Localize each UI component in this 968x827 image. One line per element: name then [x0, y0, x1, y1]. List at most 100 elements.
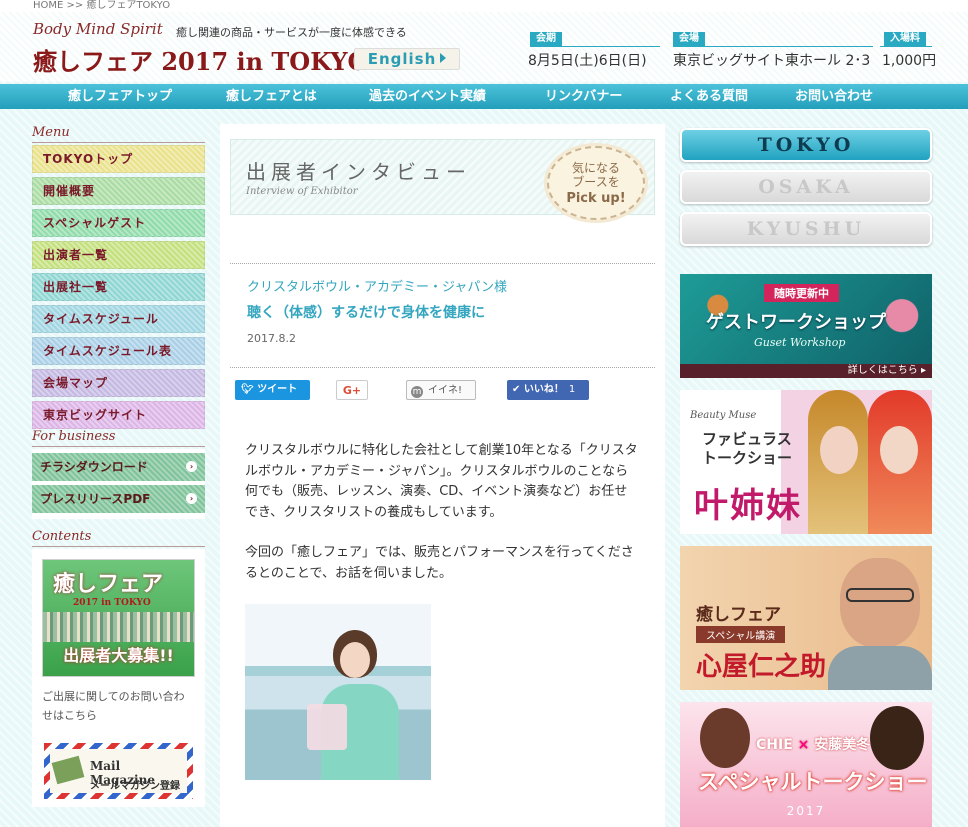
pickup-badge: 気になる ブースを Pick up!	[547, 146, 645, 220]
tweet-label: ツイート	[257, 384, 298, 395]
left-sidebar: Menu TOKYOトップ 開催概要スペシャルゲスト 出演者一覧出展社一覧タイムスケ…	[32, 125, 205, 807]
sidebar-item-time-schedule[interactable]: タイムスケジュール	[32, 305, 205, 333]
article-body: クリスタルボウルに特化した会社として創業10年となる「クリスタルボウル・アカデミ…	[230, 413, 655, 584]
like-count: 1	[568, 384, 576, 395]
nav-item-top[interactable]: 癒しフェアトップ	[68, 84, 172, 109]
sidebar-item-performers[interactable]: 出演者一覧	[32, 241, 205, 269]
main-nav: 癒しフェアトップ 癒しフェアとは 過去のイベント実績 リンクバナー よくある質問…	[0, 84, 968, 109]
exhibitor-photo	[245, 604, 431, 780]
google-plus-button[interactable]: G+	[336, 380, 368, 400]
pickup-line-3: Pick up!	[566, 191, 626, 206]
period-value: 8月5日(土)6日(日)	[528, 53, 647, 69]
talkshow-title: スペシャルトークショー	[698, 770, 928, 794]
sidebar-menu: TOKYOトップ 開催概要スペシャルゲスト 出演者一覧出展社一覧タイムスケジュールタ…	[32, 145, 205, 429]
article-headline: 聴く（体感）するだけで身体を健康に	[247, 305, 485, 321]
crystal-bowl	[307, 704, 347, 750]
kano-sisters-banner[interactable]: Beauty Muse ファビュラス トークショー 叶姉妹	[680, 390, 932, 534]
mail-banner-inner: Mail Magazine メールマガジン登録	[50, 749, 187, 793]
sidebar-item-exhibitors[interactable]: 出展社一覧	[32, 273, 205, 301]
shinya-tag: スペシャル講演	[696, 626, 786, 643]
flyer-download-label: チラシダウンロード	[40, 460, 148, 474]
kyushu-button[interactable]: KYUSHU	[680, 212, 932, 246]
kano-muse: Beauty Muse	[690, 410, 757, 421]
press-release-link[interactable]: プレスリリースPDF ›	[32, 485, 205, 513]
fee-label: 入場料	[884, 32, 926, 46]
sidebar-item-tokyo-top[interactable]: TOKYOトップ	[32, 145, 205, 173]
facebook-like-button[interactable]: ✔ いいね！ 1	[507, 380, 589, 400]
article-header: クリスタルボウル・アカデミー・ジャパン様 聴く（体感）するだけで身体を健康に 2…	[230, 263, 655, 367]
pickup-line-1: 気になる	[571, 161, 620, 175]
nav-item-link-banner[interactable]: リンクバナー	[545, 84, 622, 109]
menu-heading: Menu	[32, 125, 205, 143]
kano-line-1: ファビュラス	[702, 430, 792, 448]
nav-item-past-events[interactable]: 過去のイベント実績	[369, 84, 486, 109]
guest-workshop-subtitle: Guset Workshop	[754, 336, 846, 349]
main-content: 出展者インタビュー Interview of Exhibitor 気になる ブー…	[220, 124, 665, 827]
share-bar: 🐦︎ ツイート G+ m イイネ! ✔ いいね！ 1	[230, 367, 655, 413]
portrait-left	[700, 708, 750, 768]
english-button[interactable]: English	[354, 48, 460, 70]
special-talkshow-banner[interactable]: CHIE × 安藤美冬 スペシャルトークショー 2017	[680, 702, 932, 827]
portrait-face-left	[820, 426, 858, 474]
nav-item-about[interactable]: 癒しフェアとは	[226, 84, 317, 109]
period-divider	[530, 46, 660, 47]
kano-name: 叶姉妹	[694, 486, 802, 526]
mixi-icon: m	[411, 386, 423, 398]
portrait-face	[840, 558, 920, 648]
mixi-iine-button[interactable]: m イイネ!	[406, 380, 476, 400]
banner-subtitle: Interview of Exhibitor	[246, 186, 358, 197]
sidebar-item-overview[interactable]: 開催概要	[32, 177, 205, 205]
sidebar-item-venue-map[interactable]: 会場マップ	[32, 369, 205, 397]
contents-box: 癒しフェア 2017 in TOKYO 出展者大募集!! ご出展に関してのお問い…	[32, 549, 205, 807]
press-release-label: プレスリリースPDF	[40, 492, 151, 506]
crowd-photo	[43, 612, 194, 642]
venue-divider	[673, 46, 873, 47]
recruit-banner-title: 癒しフェア	[53, 571, 164, 597]
recruit-banner-sub: 2017 in TOKYO	[73, 598, 151, 608]
sidebar-item-special-guests[interactable]: スペシャルゲスト	[32, 209, 205, 237]
check-icon: ✔	[512, 384, 524, 395]
mail-magazine-banner[interactable]: Mail Magazine メールマガジン登録	[42, 741, 195, 801]
sidebar-item-tokyo-big-sight[interactable]: 東京ビッグサイト	[32, 401, 205, 429]
article-paragraph: クリスタルボウルに特化した会社として創業10年となる「クリスタルボウル・アカデミ…	[245, 443, 638, 520]
venue-label: 会場	[673, 32, 705, 46]
tagline-japanese: 癒し関連の商品・サービスが一度に体感できる	[176, 26, 407, 39]
venue-value: 東京ビッグサイト東ホール 2･3	[673, 53, 871, 69]
osaka-button[interactable]: OSAKA	[680, 170, 932, 204]
shinya-fair: 癒しフェア	[696, 605, 781, 625]
portrait-face-right	[880, 426, 918, 474]
arrow-circle-icon: ›	[186, 461, 197, 472]
like-label: いいね！	[523, 384, 564, 395]
flyer-download-link[interactable]: チラシダウンロード ›	[32, 453, 205, 481]
guest-workshop-banner[interactable]: 随時更新中 ゲストワークショップ Guset Workshop 詳しくはこちら …	[680, 274, 932, 378]
site-logo[interactable]: 癒しフェア 2017 in TOKYO	[33, 42, 368, 77]
exhibitor-recruit-banner[interactable]: 癒しフェア 2017 in TOKYO 出展者大募集!!	[42, 559, 195, 677]
sidebar-item-time-schedule-table[interactable]: タイムスケジュール表	[32, 337, 205, 365]
guest-workshop-link[interactable]: 詳しくはこちら ▸	[680, 364, 932, 378]
nav-item-faq[interactable]: よくある質問	[670, 84, 748, 109]
breadcrumb[interactable]: HOME >> 癒しフェアTOKYO	[0, 0, 968, 12]
site-header: Body Mind Spirit 癒し関連の商品・サービスが一度に体感できる 癒…	[0, 12, 968, 82]
envelope-icon	[51, 755, 85, 785]
pickup-line-2: ブースを	[572, 175, 620, 189]
tweet-button[interactable]: 🐦︎ ツイート	[235, 380, 310, 400]
fee-divider	[880, 46, 932, 47]
recruit-inquiry-link[interactable]: ご出展に関してのお問い合わせはこちら	[42, 687, 195, 725]
mail-banner-sub: メールマガジン登録	[90, 781, 180, 792]
business-box: チラシダウンロード › プレスリリースPDF ›	[32, 449, 205, 519]
portrait-body	[828, 646, 932, 690]
business-heading: For business	[32, 429, 205, 447]
company-name: クリスタルボウル・アカデミー・ジャパン様	[247, 280, 508, 295]
kokoroya-lecture-banner[interactable]: 癒しフェア スペシャル講演 心屋仁之助	[680, 546, 932, 690]
triangle-right-icon	[440, 53, 447, 63]
right-sidebar: TOKYO OSAKA KYUSHU 随時更新中 ゲストワークショップ Guse…	[680, 128, 932, 827]
twitter-bird-icon: 🐦︎	[241, 384, 258, 395]
photo-face	[340, 642, 370, 678]
tokyo-button[interactable]: TOKYO	[680, 128, 932, 162]
triangle-right-icon: ▸	[920, 365, 926, 376]
contents-heading: Contents	[32, 529, 205, 547]
interview-title-banner: 出展者インタビュー Interview of Exhibitor 気になる ブー…	[230, 139, 655, 220]
english-button-label: English	[367, 50, 437, 68]
nav-item-contact[interactable]: お問い合わせ	[795, 84, 873, 109]
iine-label: イイネ!	[428, 385, 463, 396]
